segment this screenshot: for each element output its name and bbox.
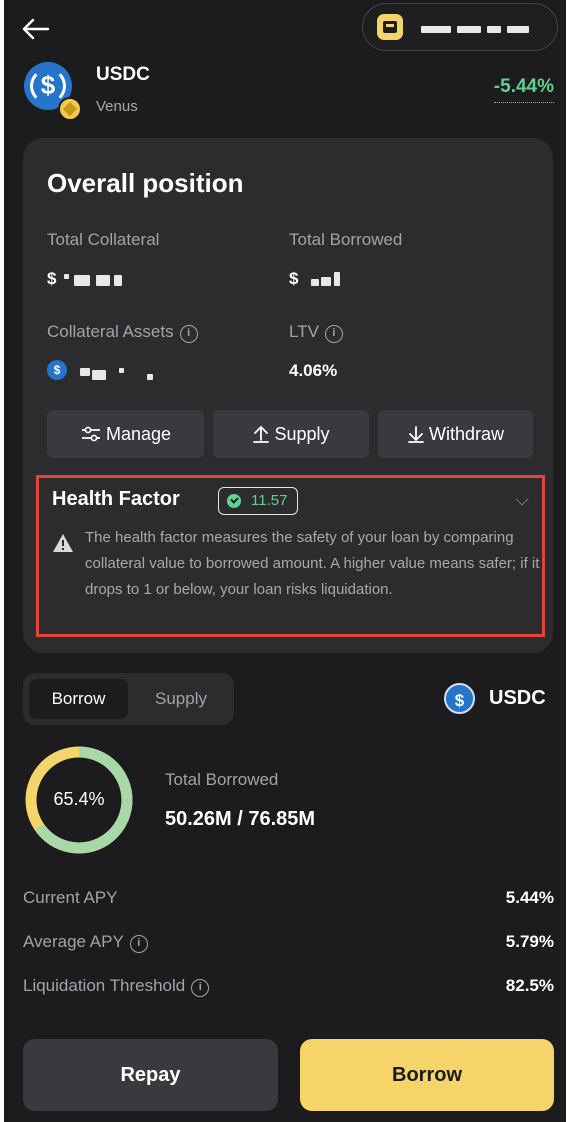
- wallet-address-masked: [421, 26, 451, 33]
- wallet-button[interactable]: [362, 3, 558, 51]
- utilization-percent: 65.4%: [53, 789, 105, 809]
- manage-button[interactable]: Manage: [47, 410, 204, 458]
- average-apy-label: Average APY i: [23, 932, 148, 953]
- total-borrowed-value: 50.26M / 76.85M: [165, 808, 316, 830]
- price-change[interactable]: -5.44%: [493, 76, 554, 103]
- usdc-icon: $: [444, 683, 475, 714]
- wallet-icon: [377, 14, 403, 40]
- total-collateral-label: Total Collateral: [47, 230, 160, 249]
- info-icon[interactable]: i: [179, 325, 198, 343]
- health-factor-description: The health factor measures the safety of…: [85, 529, 540, 598]
- download-icon: [408, 426, 424, 443]
- borrow-supply-tabs: Borrow Supply: [23, 673, 234, 725]
- total-borrowed-label: Total Borrowed: [289, 230, 403, 249]
- current-apy-value: 5.44%: [505, 888, 554, 907]
- usdc-icon: $: [47, 360, 67, 380]
- wallet-address-masked: [487, 26, 501, 33]
- sliders-icon: [81, 426, 100, 442]
- asset-symbol: USDC: [96, 64, 150, 85]
- app-screen: $ USDC Venus -5.44% Overall position Tot…: [4, 0, 566, 1122]
- upload-icon: [253, 425, 270, 443]
- collateral-assets-label: Collateral Assets i: [47, 322, 198, 343]
- masked-value: [119, 368, 124, 373]
- venus-icon: [58, 97, 82, 121]
- total-borrowed-label: Total Borrowed: [165, 770, 279, 789]
- masked-value: [334, 272, 340, 286]
- average-apy-value: 5.79%: [505, 932, 554, 951]
- health-factor-panel[interactable]: Health Factor 11.57 The health factor me…: [36, 475, 545, 637]
- info-icon[interactable]: i: [191, 979, 210, 997]
- wallet-address-masked: [507, 26, 529, 33]
- masked-value: [114, 275, 122, 286]
- ltv-value: 4.06%: [289, 361, 338, 380]
- chevron-down-icon[interactable]: [515, 492, 529, 506]
- liquidation-threshold-label: Liquidation Threshold i: [23, 976, 210, 997]
- masked-value: [96, 275, 110, 286]
- warning-icon: [53, 534, 73, 552]
- withdraw-button[interactable]: Withdraw: [378, 410, 533, 458]
- card-title: Overall position: [47, 168, 244, 198]
- current-apy-label: Current APY: [23, 888, 118, 907]
- repay-button[interactable]: Repay: [23, 1039, 278, 1111]
- tab-borrow[interactable]: Borrow: [29, 679, 128, 719]
- market-token: USDC: [489, 687, 546, 709]
- tab-supply[interactable]: Supply: [134, 679, 228, 719]
- masked-value: [321, 277, 331, 286]
- info-icon[interactable]: i: [324, 325, 343, 343]
- masked-value: [92, 370, 106, 380]
- masked-value: [311, 279, 319, 286]
- ltv-label: LTV i: [289, 322, 343, 343]
- health-factor-title: Health Factor: [52, 488, 180, 510]
- info-icon[interactable]: i: [129, 935, 148, 953]
- total-collateral-value: $: [47, 269, 57, 288]
- supply-button[interactable]: Supply: [213, 410, 369, 458]
- asset-protocol: Venus: [96, 98, 138, 115]
- total-borrowed-value: $: [289, 269, 299, 288]
- overall-position-card: Overall position Total Collateral $ Tota…: [23, 138, 553, 653]
- check-circle-icon: [227, 494, 241, 508]
- borrow-button[interactable]: Borrow: [300, 1039, 554, 1111]
- masked-value: [74, 275, 90, 286]
- liquidation-threshold-value: 82.5%: [505, 976, 554, 995]
- masked-value: [147, 374, 153, 380]
- wallet-address-masked: [457, 26, 481, 33]
- masked-value: [64, 274, 69, 279]
- back-arrow-icon[interactable]: [20, 14, 54, 44]
- masked-value: [80, 368, 90, 376]
- health-factor-badge: 11.57: [218, 487, 299, 515]
